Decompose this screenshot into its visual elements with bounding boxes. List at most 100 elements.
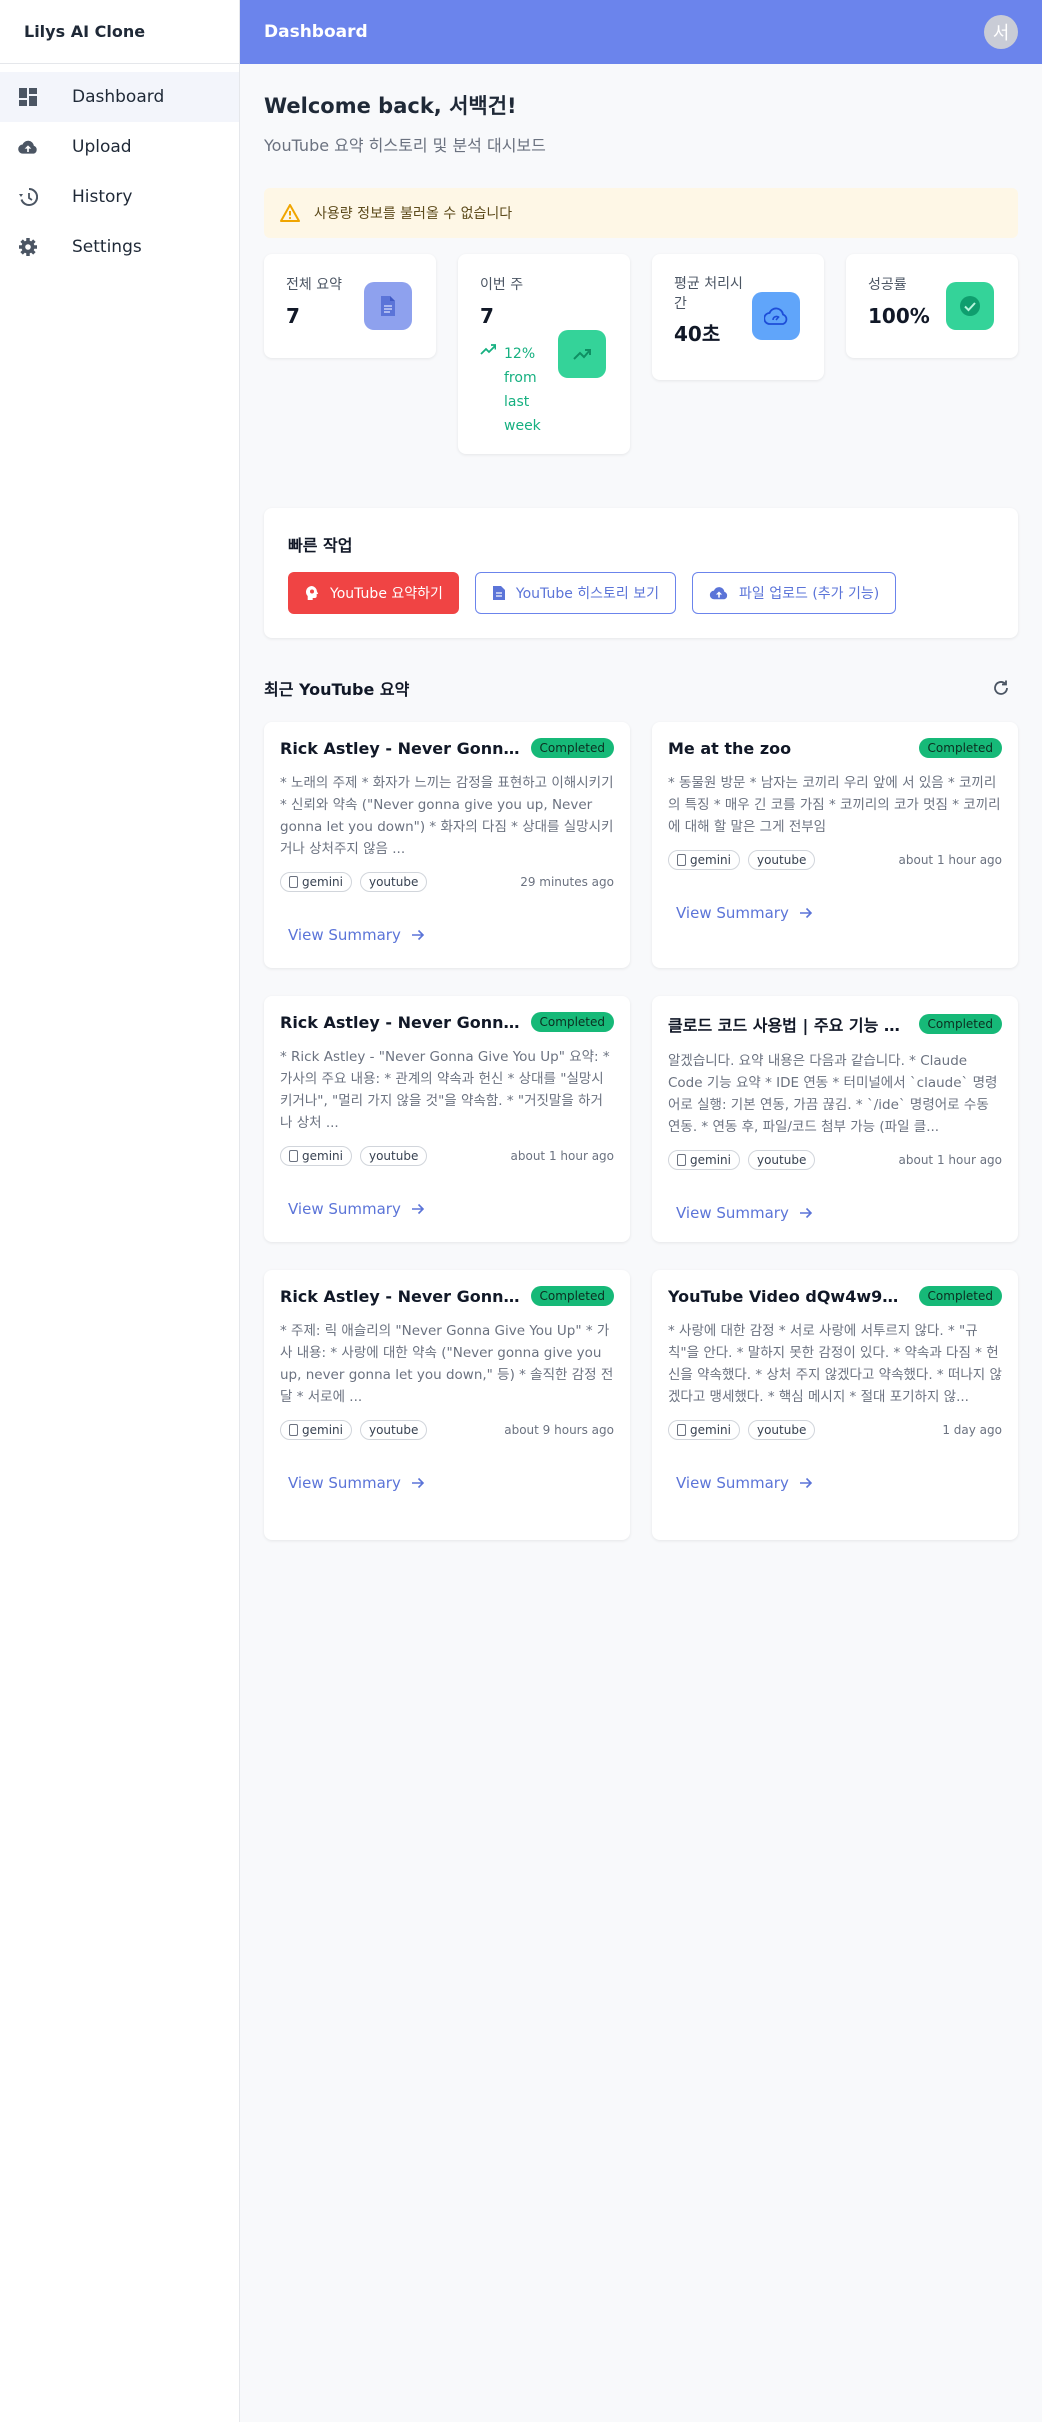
- file-upload-button[interactable]: 파일 업로드 (추가 기능): [692, 572, 897, 614]
- summary-card[interactable]: Rick Astley - Never Gonna Give You Up Co…: [264, 722, 630, 968]
- recent-summaries-title: 최근 YouTube 요약: [264, 680, 410, 699]
- summary-card[interactable]: 클로드 코드 사용법 | 주요 기능 1분 요약 Completed 알겠습니다…: [652, 996, 1018, 1242]
- stat-card-success-rate: 성공률 100%: [846, 254, 1018, 358]
- card-title: Rick Astley - Never Gonna Give You Up: [280, 738, 520, 758]
- tag-gemini: gemini: [280, 872, 352, 892]
- stats-grid: 전체 요약 7 이번 주 7 12% from last week 평균 처리시…: [264, 254, 1018, 474]
- view-summary-label: View Summary: [676, 1474, 789, 1492]
- avatar[interactable]: 서: [984, 15, 1018, 49]
- welcome-heading: Welcome back, 서백건!: [264, 94, 517, 118]
- view-summary-link[interactable]: View Summary: [280, 926, 614, 944]
- arrow-right-icon: [799, 1477, 813, 1489]
- tag-gemini: gemini: [668, 1420, 740, 1440]
- refresh-icon[interactable]: [992, 679, 1010, 697]
- summary-card[interactable]: Rick Astley - Never Gonna Give You Up Co…: [264, 996, 630, 1242]
- card-summary: * 노래의 주제 * 화자가 느끼는 감정을 표현하고 이해시키기 * 신뢰와 …: [280, 775, 614, 857]
- arrow-right-icon: [411, 1203, 425, 1215]
- sidebar-nav: Dashboard Upload History Settings: [0, 64, 239, 272]
- summary-card[interactable]: Rick Astley - Never Gonna Give You Up Co…: [264, 1270, 630, 1540]
- tag-youtube: youtube: [747, 1150, 816, 1170]
- arrow-right-icon: [411, 929, 425, 941]
- card-title: YouTube Video dQw4w9WgXcQ: [668, 1286, 908, 1306]
- welcome-subtitle: YouTube 요약 히스토리 및 분석 대시보드: [264, 136, 546, 155]
- view-summary-link[interactable]: View Summary: [668, 904, 1002, 922]
- sidebar-item-label: History: [72, 187, 133, 207]
- view-summary-link[interactable]: View Summary: [280, 1474, 614, 1492]
- recent-summaries-header: 최근 YouTube 요약: [264, 676, 1018, 700]
- view-summary-link[interactable]: View Summary: [280, 1200, 614, 1218]
- view-summary-link[interactable]: View Summary: [668, 1204, 1002, 1222]
- card-summary: * Rick Astley - "Never Gonna Give You Up…: [280, 1049, 610, 1131]
- gear-icon: [18, 237, 38, 257]
- arrow-right-icon: [799, 907, 813, 919]
- document-icon: [677, 1154, 686, 1166]
- tag-gemini: gemini: [280, 1420, 352, 1440]
- card-timestamp: about 1 hour ago: [510, 1149, 615, 1163]
- card-title: Me at the zoo: [668, 738, 792, 758]
- document-icon: [289, 1424, 298, 1436]
- document-icon: [364, 282, 412, 330]
- tag-gemini: gemini: [668, 850, 740, 870]
- status-badge: Completed: [918, 738, 1002, 758]
- status-badge: Completed: [918, 1014, 1002, 1034]
- tag-youtube: youtube: [359, 1420, 428, 1440]
- document-icon: [289, 876, 298, 888]
- card-timestamp: about 1 hour ago: [898, 1153, 1003, 1167]
- usage-warning-alert: 사용량 정보를 불러올 수 없습니다: [264, 188, 1018, 238]
- stat-card-total-summaries: 전체 요약 7: [264, 254, 436, 358]
- sidebar-item-label: Settings: [72, 237, 142, 257]
- trending-up-icon: [558, 330, 606, 378]
- view-summary-label: View Summary: [288, 1474, 401, 1492]
- card-title: Rick Astley - Never Gonna Give You Up: [280, 1286, 520, 1306]
- tag-youtube: youtube: [747, 850, 816, 870]
- page-title: Dashboard: [264, 22, 368, 42]
- card-timestamp: about 9 hours ago: [504, 1423, 614, 1437]
- alert-text: 사용량 정보를 불러올 수 없습니다: [314, 206, 513, 222]
- summary-card[interactable]: YouTube Video dQw4w9WgXcQ Completed * 사랑…: [652, 1270, 1018, 1540]
- tag-youtube: youtube: [359, 1146, 428, 1166]
- status-badge: Completed: [918, 1286, 1002, 1306]
- card-summary: * 동물원 방문 * 남자는 코끼리 우리 앞에 서 있음 * 코끼리의 특징 …: [668, 775, 1001, 835]
- recent-summaries-grid: Rick Astley - Never Gonna Give You Up Co…: [264, 722, 1018, 1542]
- card-summary: * 주제: 릭 애슬리의 "Never Gonna Give You Up" *…: [280, 1323, 614, 1405]
- tag-gemini: gemini: [668, 1150, 740, 1170]
- document-icon: [492, 585, 506, 601]
- quick-actions-panel: 빠른 작업 YouTube 요약하기 YouTube 히스토리 보기 파일 업로…: [264, 508, 1018, 638]
- sidebar-item-upload[interactable]: Upload: [0, 122, 239, 172]
- sidebar-item-label: Upload: [72, 137, 132, 157]
- arrow-right-icon: [411, 1477, 425, 1489]
- cloud-upload-icon: [709, 586, 729, 600]
- sidebar-item-settings[interactable]: Settings: [0, 222, 239, 272]
- card-timestamp: 29 minutes ago: [520, 875, 614, 889]
- tag-youtube: youtube: [747, 1420, 816, 1440]
- card-timestamp: about 1 hour ago: [898, 853, 1003, 867]
- main-content: Welcome back, 서백건! YouTube 요약 히스토리 및 분석 …: [264, 64, 1018, 1542]
- card-title: 클로드 코드 사용법 | 주요 기능 1분 요약: [668, 1016, 908, 1035]
- card-summary: 알겠습니다. 요약 내용은 다음과 같습니다. * Claude Code 기능…: [668, 1053, 998, 1135]
- sidebar-item-history[interactable]: History: [0, 172, 239, 222]
- button-label: YouTube 히스토리 보기: [515, 586, 660, 602]
- document-icon: [677, 854, 686, 866]
- view-summary-link[interactable]: View Summary: [668, 1474, 1002, 1492]
- button-label: 파일 업로드 (추가 기능): [739, 586, 880, 602]
- stat-value: 7: [480, 304, 494, 328]
- stat-label: 평균 처리시간: [674, 276, 743, 312]
- document-icon: [289, 1150, 298, 1162]
- top-bar: Dashboard 서: [240, 0, 1042, 64]
- status-badge: Completed: [530, 738, 614, 758]
- summary-card[interactable]: Me at the zoo Completed * 동물원 방문 * 남자는 코…: [652, 722, 1018, 968]
- view-summary-label: View Summary: [288, 1200, 401, 1218]
- youtube-summarize-button[interactable]: YouTube 요약하기: [288, 572, 459, 614]
- tag-gemini: gemini: [280, 1146, 352, 1166]
- sidebar-item-dashboard[interactable]: Dashboard: [0, 72, 239, 122]
- stat-card-average-processing-time: 평균 처리시간 40초: [652, 254, 824, 380]
- app-brand[interactable]: Lilys AI Clone: [0, 0, 239, 64]
- button-label: YouTube 요약하기: [330, 586, 443, 602]
- status-badge: Completed: [530, 1012, 614, 1032]
- sidebar-item-label: Dashboard: [72, 87, 165, 107]
- stat-label: 이번 주: [480, 277, 524, 293]
- status-badge: Completed: [530, 1286, 614, 1306]
- warning-icon: [280, 204, 300, 222]
- youtube-history-button[interactable]: YouTube 히스토리 보기: [474, 572, 677, 614]
- speed-icon: [752, 292, 800, 340]
